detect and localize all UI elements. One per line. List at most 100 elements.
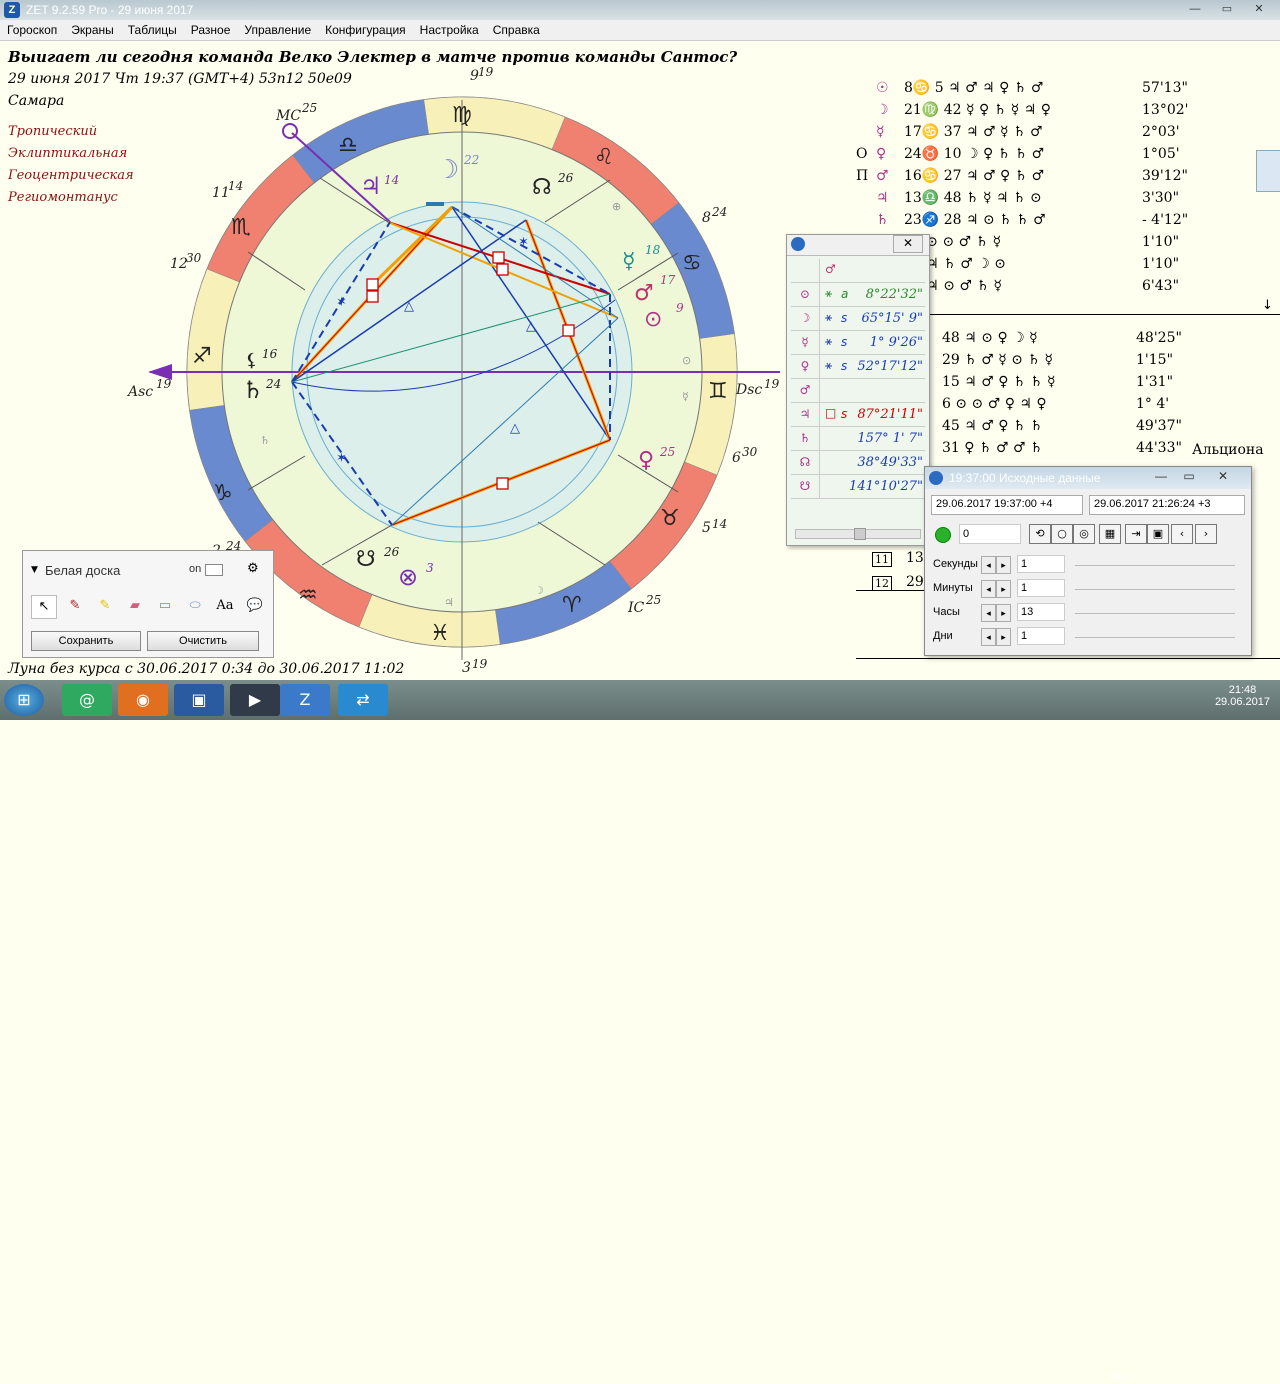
svg-text:26: 26 <box>383 545 400 559</box>
status-indicator[interactable] <box>935 527 951 543</box>
planet-table-row: 45 ♃ ♂ ♀ ♄ ♄ 49'37" <box>942 418 1182 434</box>
svg-text:24: 24 <box>265 377 281 391</box>
svg-text:3: 3 <box>462 660 471 676</box>
prev-icon[interactable]: ‹ <box>1171 524 1193 544</box>
refresh-icon[interactable]: ⟲ <box>1029 524 1051 544</box>
svg-text:16: 16 <box>262 347 278 361</box>
pen-icon[interactable]: ✎ <box>63 595 87 617</box>
aspect-row[interactable]: ☽ ⚹ s 65°15' 9" <box>791 307 925 331</box>
aspect-row[interactable]: ♃ □ s 87°21'11" <box>791 403 925 427</box>
mars-icon: ♂ <box>634 281 654 306</box>
svg-text:22: 22 <box>463 153 479 167</box>
start-button[interactable]: ⊞ <box>4 684 44 716</box>
stepper[interactable]: ◂ ▸ <box>981 604 1011 622</box>
pointer-icon[interactable]: ↖ <box>31 595 57 619</box>
stepper[interactable]: ◂ ▸ <box>981 580 1011 598</box>
date-field-1[interactable]: 29.06.2017 19:37:00 +4 <box>931 495 1083 515</box>
svg-text:19: 19 <box>156 377 172 391</box>
export-icon[interactable]: ⇥ <box>1125 524 1147 544</box>
planet-table-row: ☿ 17♋ 37 ♃ ♂ ☿ ♄ ♂ 2°03' <box>876 124 1180 140</box>
language-indicator[interactable]: RU <box>1114 1372 1130 1384</box>
toggle-switch[interactable] <box>205 564 223 576</box>
svg-text:14: 14 <box>228 179 243 193</box>
scroll-down-arrow[interactable]: ↓ <box>1262 298 1273 313</box>
sagittarius-icon: ♐ <box>192 344 212 369</box>
mercury-icon: ☿ <box>622 249 636 274</box>
eraser-icon[interactable]: ▰ <box>123 595 147 617</box>
step-field[interactable]: 0 <box>959 524 1021 544</box>
close-button[interactable]: ✕ <box>1244 2 1274 16</box>
north-node-icon: ☊ <box>532 175 552 200</box>
planet-table-row: ☉ 8♋ 5 ♃ ♂ ♃ ♀ ♄ ♂ 57'13" <box>876 80 1188 96</box>
planet-table-row: ☽ 21♍ 42 ☿ ♀ ♄ ☿ ♃ ♀ 13°02' <box>876 102 1189 118</box>
aquarius-icon: ♒ <box>298 583 318 608</box>
leo-icon: ♌ <box>594 145 614 170</box>
svg-text:14: 14 <box>712 517 727 531</box>
svg-text:5: 5 <box>702 520 711 536</box>
svg-text:6: 6 <box>732 450 741 466</box>
highlighter-icon[interactable]: ✎ <box>93 595 117 617</box>
ring-icon[interactable]: ◎ <box>1073 524 1095 544</box>
aspect-row[interactable]: ⊙ ⚹ a 8°22'32" <box>791 283 925 307</box>
source-close-button[interactable]: ✕ <box>1211 469 1235 485</box>
email-app-icon[interactable]: @ <box>62 684 112 716</box>
slider-track[interactable] <box>1075 559 1235 566</box>
source-maximize-button[interactable]: ▭ <box>1177 469 1201 485</box>
source-data-panel[interactable]: 19:37:00 Исходные данные — ▭ ✕ 29.06.201… <box>924 466 1252 656</box>
side-tab[interactable] <box>1256 150 1280 192</box>
svg-text:☿: ☿ <box>682 390 689 403</box>
calendar-icon[interactable]: ▦ <box>1099 524 1121 544</box>
svg-text:✶: ✶ <box>336 295 347 310</box>
stepper[interactable]: ◂ ▸ <box>981 556 1011 574</box>
aspect-row[interactable]: ♄ 157° 1' 7" <box>791 427 925 451</box>
save-icon[interactable]: ▣ <box>1147 524 1169 544</box>
source-minimize-button[interactable]: — <box>1149 469 1173 485</box>
aspects-header-row: ♂ <box>791 259 925 283</box>
whiteboard-toggle[interactable]: on <box>189 563 201 575</box>
circle-icon[interactable]: ○ <box>1051 524 1073 544</box>
fortune-icon: ⊗ <box>398 563 418 591</box>
minimize-button[interactable]: — <box>1180 2 1210 16</box>
panel-icon <box>929 471 943 485</box>
sun-icon: ⊙ <box>644 307 662 332</box>
clear-button[interactable]: Очистить <box>147 631 259 651</box>
aspect-row[interactable]: ☊ 38°49'33" <box>791 451 925 475</box>
svg-text:18: 18 <box>645 243 661 257</box>
planet-table-row: 15 ♃ ♂ ♀ ♄ ♄ ☿ 1'31" <box>942 374 1174 390</box>
svg-text:⊕: ⊕ <box>612 200 621 213</box>
firefox-icon[interactable]: ◉ <box>118 684 168 716</box>
save-app-icon[interactable]: ▣ <box>174 684 224 716</box>
maximize-button[interactable]: ▭ <box>1212 2 1242 16</box>
teamviewer-icon[interactable]: ⇄ <box>338 684 388 716</box>
svg-text:Dsc: Dsc <box>735 382 762 398</box>
svg-text:IC: IC <box>627 600 645 616</box>
rectangle-icon[interactable]: ▭ <box>153 595 177 617</box>
collapse-icon[interactable]: ▼ <box>31 565 38 575</box>
slider-track[interactable] <box>1075 583 1235 590</box>
slider-track[interactable] <box>1075 631 1235 638</box>
media-app-icon[interactable]: ▶ <box>230 684 280 716</box>
aspect-row[interactable]: ♂ <box>791 379 925 403</box>
save-button[interactable]: Сохранить <box>31 631 141 651</box>
ellipse-icon[interactable]: ⬭ <box>183 595 207 617</box>
aspects-panel[interactable]: ✕ ♂ ⊙ ⚹ a 8°22'32" ☽ ⚹ s 65°15' 9" ☿ ⚹ s 1° 9'26" ♀ ⚹ s… <box>786 234 930 546</box>
text-icon[interactable]: Aa <box>213 595 237 617</box>
next-icon[interactable]: › <box>1195 524 1217 544</box>
zet-app-icon[interactable]: Z <box>280 684 330 716</box>
svg-text:19: 19 <box>764 377 780 391</box>
aspects-close-button[interactable]: ✕ <box>893 235 923 253</box>
stepper[interactable]: ◂ ▸ <box>981 628 1011 646</box>
aspect-row[interactable]: ☋ 141°10'27" <box>791 475 925 499</box>
aspect-row[interactable]: ♀ ⚹ s 52°17'12" <box>791 355 925 379</box>
slider-track[interactable] <box>1075 607 1235 614</box>
date-field-2[interactable]: 29.06.2017 21:26:24 +3 <box>1089 495 1245 515</box>
whiteboard-panel[interactable]: ▼ Белая доска on ⚙ ↖ ✎ ✎ ▰ ▭ ⬭ Aa 💬 Сохр… <box>22 550 274 658</box>
clock[interactable]: 21:48 29.06.2017 <box>1215 684 1270 708</box>
comment-icon[interactable]: 💬 <box>243 595 267 617</box>
planet-table-2: 48 ♃ ⊙ ♀ ☽ ☿ 48'25" 29 ♄ ♂ ☿ ⊙ ♄ ☿ 1'15" 15 … <box>930 330 1280 460</box>
aspect-row[interactable]: ☿ ⚹ s 1° 9'26" <box>791 331 925 355</box>
svg-text:♃: ♃ <box>444 596 454 609</box>
svg-text:14: 14 <box>384 173 399 187</box>
aspects-scrollbar[interactable] <box>795 528 921 540</box>
gear-icon[interactable]: ⚙ <box>247 561 259 576</box>
